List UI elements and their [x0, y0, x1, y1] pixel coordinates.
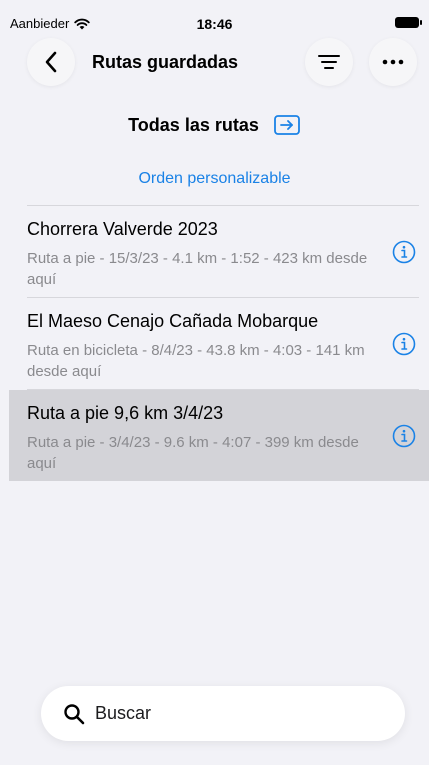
- folder-export-button[interactable]: [273, 114, 301, 136]
- filter-lines-icon: [318, 55, 340, 69]
- route-row[interactable]: Chorrera Valverde 2023 Ruta a pie - 15/3…: [9, 206, 429, 297]
- route-details: Ruta a pie - 15/3/23 - 4.1 km - 1:52 - 4…: [27, 250, 368, 288]
- status-bar: Aanbieder 18:46: [0, 0, 429, 42]
- section-title: Todas las rutas: [128, 114, 259, 135]
- sort-filter-button[interactable]: [305, 38, 353, 86]
- section-header: Todas las rutas: [0, 114, 429, 136]
- chevron-left-icon: [45, 51, 57, 73]
- back-button[interactable]: [27, 38, 75, 86]
- route-title: Chorrera Valverde 2023: [27, 219, 218, 239]
- arrow-right-square-icon: [273, 115, 300, 135]
- status-time: 18:46: [196, 16, 233, 32]
- info-icon[interactable]: [392, 240, 416, 264]
- search-icon: [64, 703, 85, 724]
- battery-icon: [395, 17, 422, 28]
- custom-order-link[interactable]: Orden personalizable: [0, 170, 429, 188]
- ellipsis-icon: [382, 59, 404, 65]
- route-title: Ruta a pie 9,6 km 3/4/23: [27, 403, 224, 423]
- info-icon[interactable]: [392, 424, 416, 448]
- route-title: El Maeso Cenajo Cañada Mobarque: [27, 311, 319, 331]
- route-row-selected[interactable]: Ruta a pie 9,6 km 3/4/23 Ruta a pie - 3/…: [9, 390, 429, 481]
- route-details: Ruta en bicicleta - 8/4/23 - 43.8 km - 4…: [27, 342, 365, 380]
- more-options-button[interactable]: [369, 38, 417, 86]
- route-details: Ruta a pie - 3/4/23 - 9.6 km - 4:07 - 39…: [27, 434, 359, 472]
- search-input[interactable]: [93, 702, 377, 725]
- page-title: Rutas guardadas: [92, 52, 239, 72]
- search-bar[interactable]: [41, 686, 405, 741]
- info-icon[interactable]: [392, 332, 416, 356]
- route-row[interactable]: El Maeso Cenajo Cañada Mobarque Ruta en …: [9, 298, 429, 389]
- navigation-bar: Rutas guardadas: [0, 38, 429, 88]
